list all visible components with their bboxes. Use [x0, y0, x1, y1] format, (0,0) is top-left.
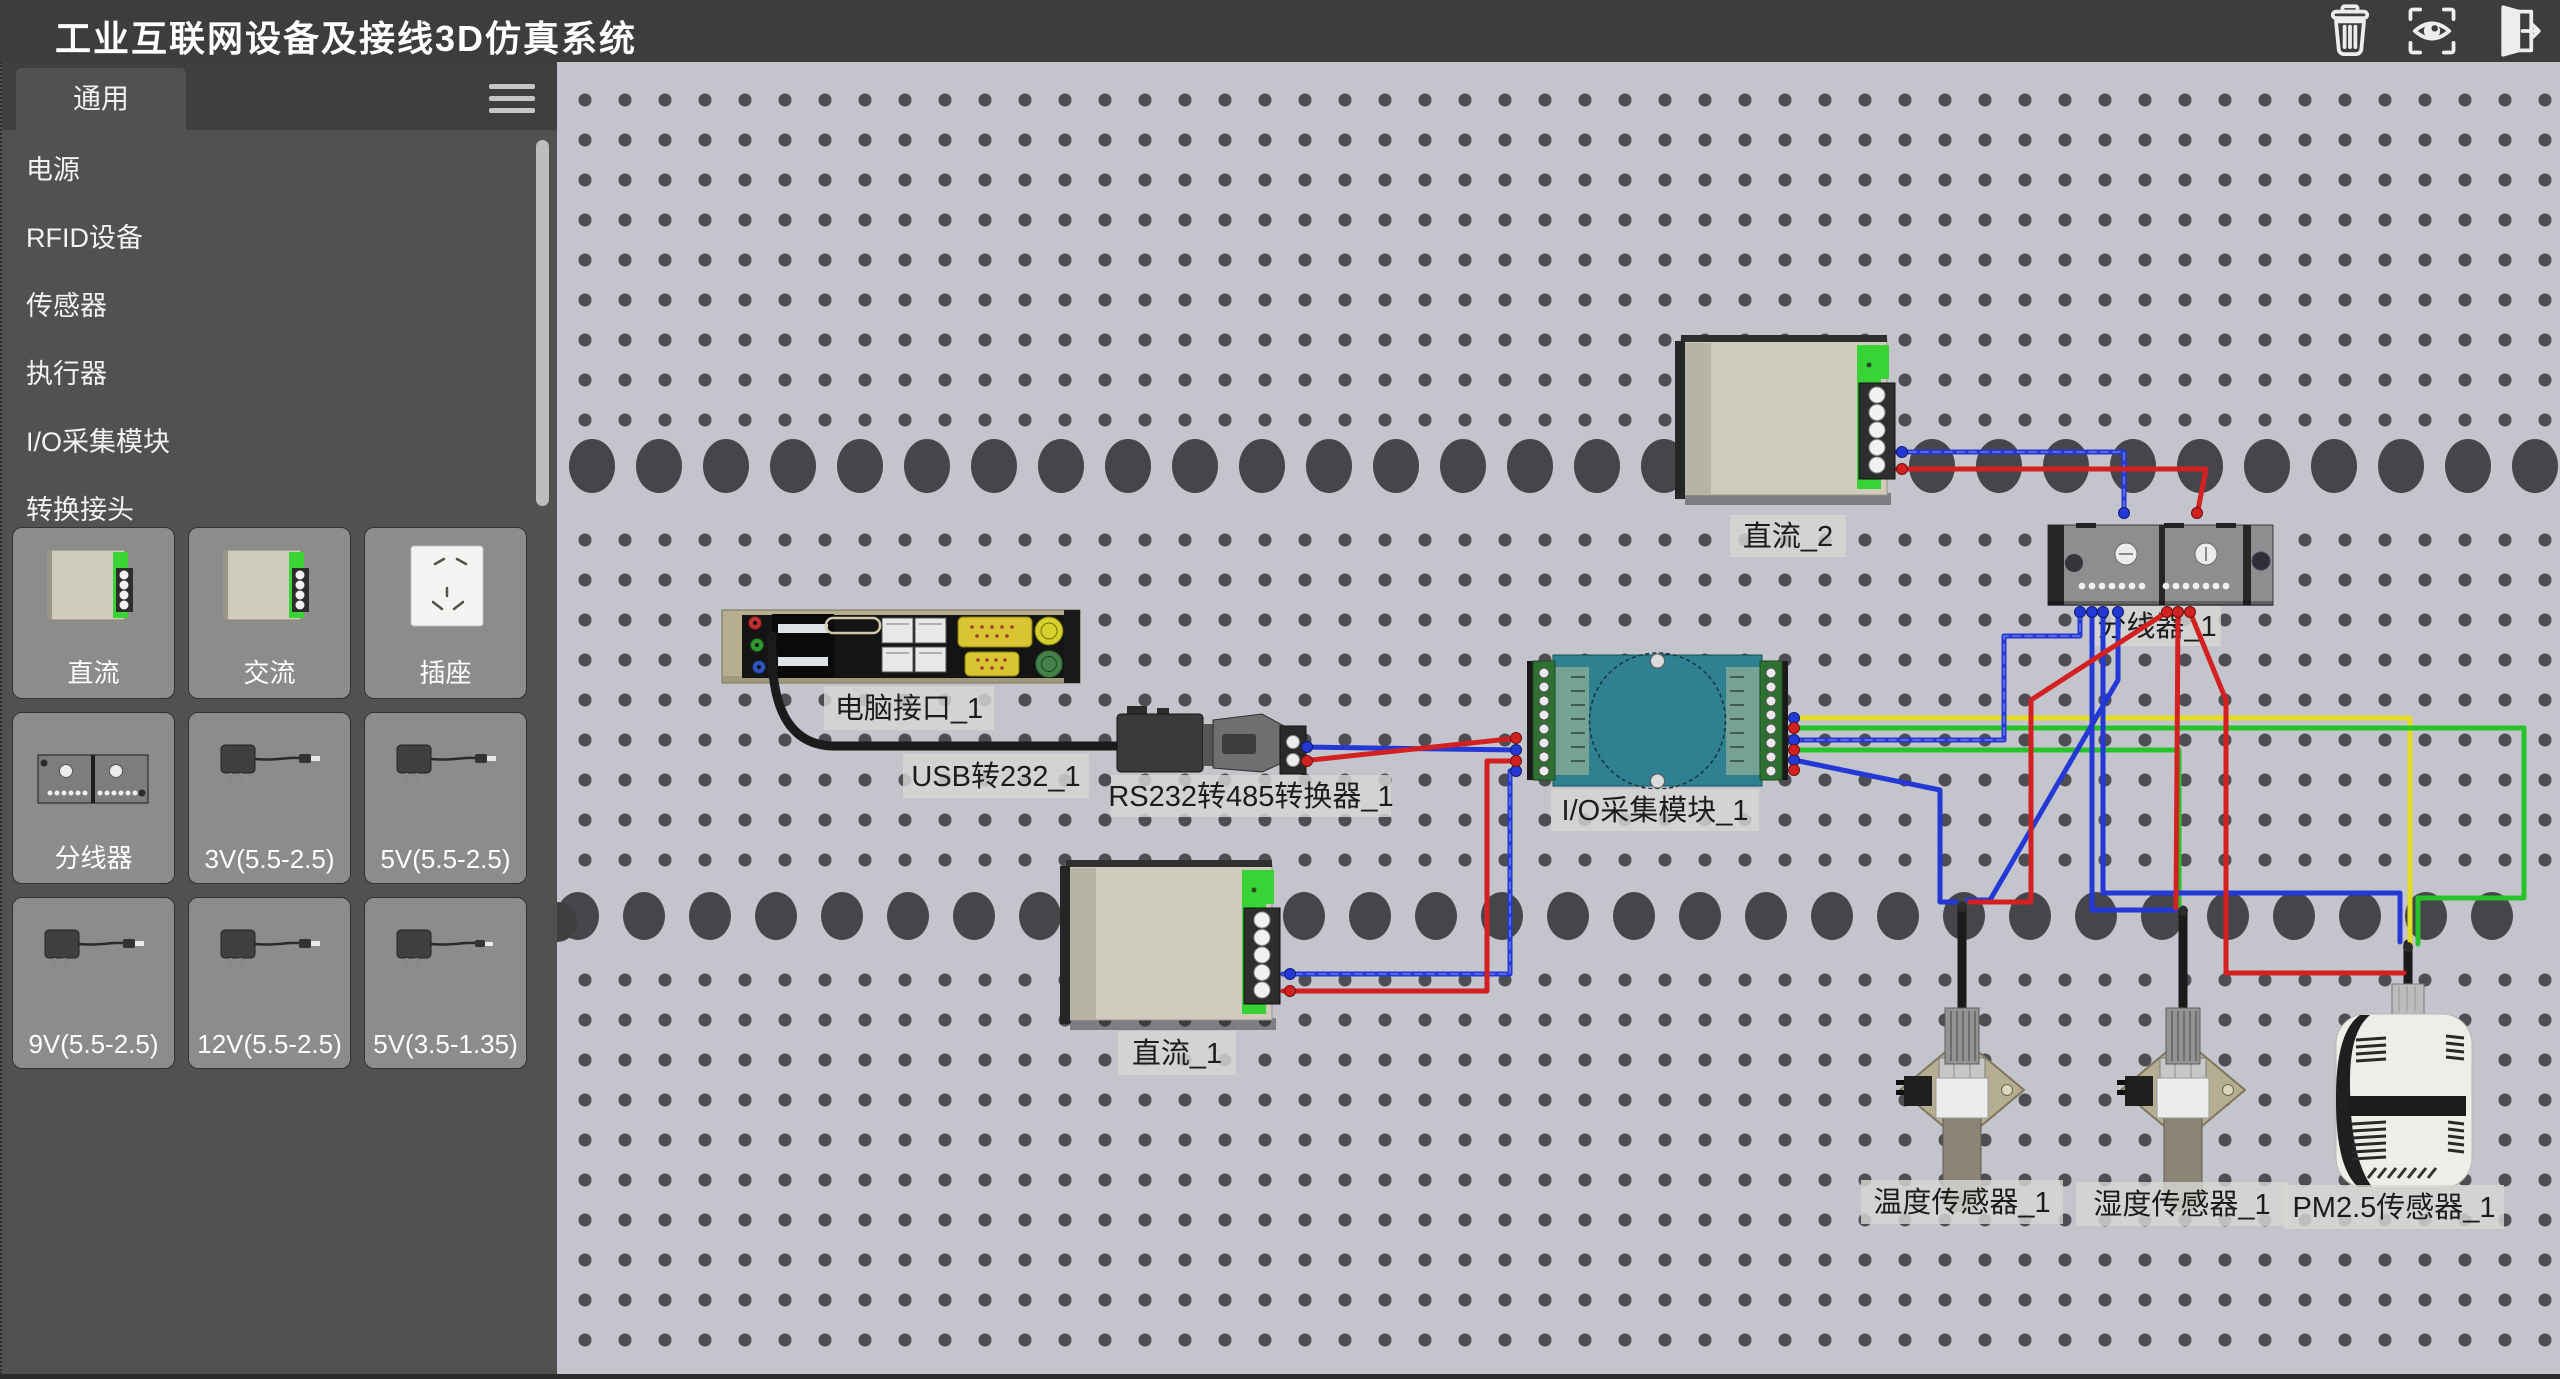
svg-text:RS232转485转换器_1: RS232转485转换器_1 — [1108, 780, 1393, 813]
workspace-3d[interactable]: 分线器_1 — [557, 62, 2560, 1374]
palette-item-adapter-3v[interactable]: 3V(5.5-2.5) — [188, 712, 351, 884]
svg-text:直流_1: 直流_1 — [1132, 1037, 1222, 1070]
device-label: 直流_2 — [1730, 515, 1846, 557]
palette-item-label: 5V(5.5-2.5) — [365, 844, 526, 875]
sidebar: 通用 电源 RFID设备 传感器 执行器 I/O采集模块 转换接头 直流 — [0, 62, 557, 1374]
palette-item-label: 直流 — [13, 653, 174, 690]
device-label: 温度传感器_1 — [1861, 1180, 2063, 1224]
svg-text:I/O采集模块_1: I/O采集模块_1 — [1562, 794, 1749, 827]
socket-thumbnail — [391, 542, 501, 638]
device-dc-1[interactable] — [1060, 860, 1280, 1030]
palette-item-adapter-9v[interactable]: 9V(5.5-2.5) — [12, 897, 175, 1069]
palette-item-dc[interactable]: 直流 — [12, 527, 175, 699]
device-pm25-sensor[interactable] — [2336, 984, 2472, 1188]
sidebar-tab-row: 通用 — [2, 62, 559, 130]
category-menu: 电源 RFID设备 传感器 执行器 I/O采集模块 转换接头 — [2, 136, 559, 544]
sidebar-item-sensor[interactable]: 传感器 — [2, 272, 559, 340]
sidebar-item-actuator[interactable]: 执行器 — [2, 340, 559, 408]
device-label: 直流_1 — [1118, 1031, 1236, 1075]
device-label: 湿度传感器_1 — [2076, 1182, 2288, 1226]
power-adapter-thumbnail — [39, 912, 149, 992]
palette-item-adapter-12v[interactable]: 12V(5.5-2.5) — [188, 897, 351, 1069]
palette-item-label: 12V(5.5-2.5) — [189, 1029, 350, 1060]
device-label: USB转232_1 — [903, 754, 1089, 798]
tab-general[interactable]: 通用 — [16, 68, 186, 130]
vga-port[interactable] — [958, 617, 1032, 647]
ps2-port-green[interactable] — [1036, 651, 1063, 678]
svg-text:湿度传感器_1: 湿度传感器_1 — [2093, 1188, 2270, 1221]
palette-item-ac[interactable]: 交流 — [188, 527, 351, 699]
power-adapter-thumbnail — [391, 727, 501, 807]
palette-item-label: 3V(5.5-2.5) — [189, 844, 350, 875]
palette-item-socket[interactable]: 插座 — [364, 527, 527, 699]
svg-text:USB转232_1: USB转232_1 — [911, 760, 1080, 793]
device-usb-to-232[interactable] — [1117, 706, 1306, 774]
palette-item-splitter[interactable]: 分线器 — [12, 712, 175, 884]
ac-psu-thumbnail — [215, 542, 325, 638]
serial-port[interactable] — [965, 652, 1019, 676]
device-label: 电脑接口_1 — [824, 686, 994, 730]
svg-text:直流_2: 直流_2 — [1743, 520, 1833, 553]
palette-item-adapter-5v[interactable]: 5V(5.5-2.5) — [364, 712, 527, 884]
sidebar-item-power[interactable]: 电源 — [2, 136, 559, 204]
dc-psu-thumbnail — [39, 542, 149, 638]
exit-icon[interactable] — [2486, 3, 2542, 59]
svg-text:PM2.5传感器_1: PM2.5传感器_1 — [2292, 1191, 2495, 1224]
palette-item-label: 插座 — [365, 653, 526, 690]
power-adapter-thumbnail — [215, 912, 325, 992]
view-reset-icon[interactable] — [2404, 3, 2460, 59]
device-splitter[interactable] — [2048, 523, 2273, 606]
usb-port-block[interactable] — [772, 614, 834, 678]
splitter-thumbnail — [34, 727, 154, 827]
power-adapter-thumbnail — [391, 912, 501, 992]
menu-icon[interactable] — [489, 84, 535, 120]
palette-item-label: 分线器 — [13, 838, 174, 875]
sidebar-item-io-module[interactable]: I/O采集模块 — [2, 408, 559, 476]
device-dc-2[interactable] — [1675, 335, 1895, 505]
power-adapter-thumbnail — [215, 727, 325, 807]
device-label: PM2.5传感器_1 — [2284, 1185, 2504, 1229]
device-label: RS232转485转换器_1 — [1108, 775, 1393, 817]
palette-item-adapter-5v-small[interactable]: 5V(3.5-1.35) — [364, 897, 527, 1069]
palette-item-label: 9V(5.5-2.5) — [13, 1029, 174, 1060]
svg-text:温度传感器_1: 温度传感器_1 — [1873, 1186, 2050, 1219]
ps2-port-yellow[interactable] — [1035, 617, 1063, 645]
app-title: 工业互联网设备及接线3D仿真系统 — [55, 10, 637, 62]
trash-icon[interactable] — [2322, 3, 2378, 59]
app-header: 工业互联网设备及接线3D仿真系统 — [0, 0, 2560, 62]
device-label: I/O采集模块_1 — [1551, 789, 1759, 831]
device-palette: 直流 交流 插座 — [12, 527, 549, 1069]
sidebar-scrollbar[interactable] — [536, 140, 549, 506]
palette-item-label: 交流 — [189, 653, 350, 690]
sidebar-item-rfid[interactable]: RFID设备 — [2, 204, 559, 272]
palette-item-label: 5V(3.5-1.35) — [365, 1029, 526, 1060]
device-io-module[interactable] — [1527, 653, 1788, 789]
svg-text:电脑接口_1: 电脑接口_1 — [835, 692, 983, 725]
